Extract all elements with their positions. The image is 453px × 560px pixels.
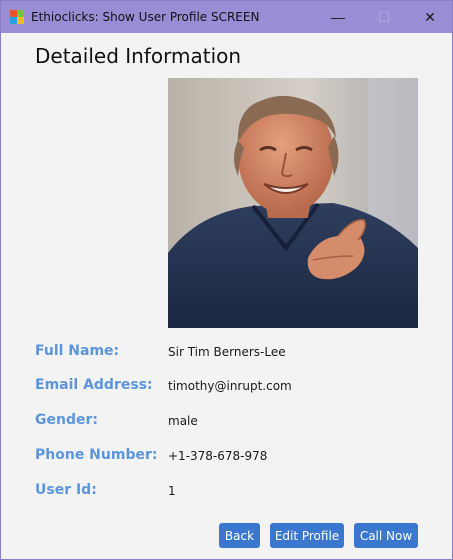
maximize-button[interactable]: ☐ [361, 1, 407, 33]
profile-photo-illustration [168, 78, 418, 328]
profile-window: Ethioclicks: Show User Profile SCREEN — … [0, 0, 453, 560]
minimize-button[interactable]: — [315, 1, 361, 33]
edit-profile-button[interactable]: Edit Profile [270, 523, 344, 548]
email-value: timothy@inrupt.com [168, 379, 292, 393]
call-now-button[interactable]: Call Now [354, 523, 418, 548]
email-label: Email Address: [35, 377, 153, 393]
title-bar[interactable]: Ethioclicks: Show User Profile SCREEN — … [1, 1, 452, 33]
user-id-label: User Id: [35, 482, 97, 498]
window-title: Ethioclicks: Show User Profile SCREEN [31, 10, 260, 24]
full-name-label: Full Name: [35, 343, 120, 359]
gender-label: Gender: [35, 412, 98, 428]
close-button[interactable]: ✕ [407, 1, 453, 33]
page-title: Detailed Information [35, 44, 242, 68]
close-icon: ✕ [424, 8, 436, 25]
back-button[interactable]: Back [219, 523, 260, 548]
full-name-value: Sir Tim Berners-Lee [168, 345, 286, 359]
phone-label: Phone Number: [35, 447, 158, 463]
app-icon [10, 10, 24, 24]
maximize-icon: ☐ [377, 8, 391, 25]
gender-value: male [168, 414, 198, 428]
user-id-value: 1 [168, 484, 176, 498]
phone-value: +1-378-678-978 [168, 449, 268, 463]
minimize-icon: — [331, 9, 345, 25]
profile-photo [168, 78, 418, 328]
